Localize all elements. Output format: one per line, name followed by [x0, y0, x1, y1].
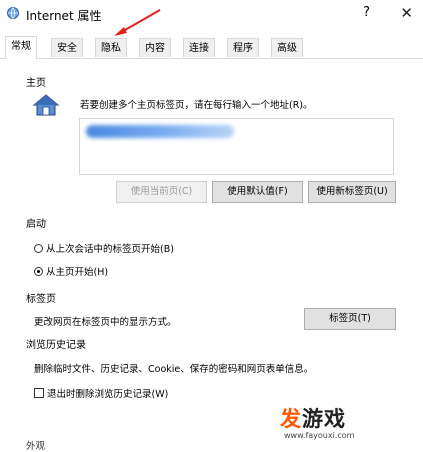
tab-security[interactable]: 安全	[51, 38, 83, 57]
appearance-section-label-partial: 外观	[26, 441, 46, 452]
tabs-button[interactable]: 标签页(T)	[304, 308, 396, 330]
tab-label: 隐私	[101, 43, 121, 54]
blurred-url	[86, 125, 234, 138]
radio-button[interactable]	[34, 243, 43, 253]
radio-label: 从主页开始(H)	[46, 267, 109, 278]
startup-option-home-page[interactable]: 从主页开始(H)	[34, 264, 108, 278]
tab-label: 内容	[145, 43, 165, 54]
history-description: 删除临时文件、历史记录、Cookie、保存的密码和网页表单信息。	[34, 364, 314, 375]
startup-section-label: 启动	[26, 219, 46, 230]
tab-programs[interactable]: 程序	[227, 38, 259, 57]
tab-advanced[interactable]: 高级	[271, 38, 303, 57]
checkbox-label: 退出时删除浏览历史记录(W)	[47, 389, 169, 400]
tab-label: 安全	[57, 43, 77, 54]
startup-option-last-session[interactable]: 从上次会话中的标签页开始(B)	[34, 241, 174, 255]
home-section-label: 主页	[26, 78, 46, 89]
use-current-button[interactable]: 使用当前页(C)	[116, 181, 207, 203]
tab-label: 程序	[233, 43, 253, 54]
use-default-button[interactable]: 使用默认值(F)	[212, 181, 303, 203]
title-bar: Internet 属性 ? ✕	[0, 0, 423, 28]
watermark-logo: 发游戏	[280, 403, 346, 433]
radio-button-selected[interactable]	[34, 266, 43, 276]
tab-label: 常规	[11, 41, 31, 52]
tab-label: 高级	[277, 43, 297, 54]
checkbox[interactable]	[34, 388, 44, 398]
use-new-tab-button[interactable]: 使用新标签页(U)	[308, 181, 396, 203]
home-description: 若要创建多个主页标签页，请在每行输入一个地址(R)。	[80, 100, 313, 111]
home-page-url-input[interactable]	[79, 118, 394, 175]
red-arrow-annotation	[114, 9, 161, 36]
close-button[interactable]: ✕	[400, 4, 413, 22]
internet-options-icon	[7, 7, 19, 19]
tab-label: 连接	[189, 43, 209, 54]
window-title: Internet 属性	[26, 9, 102, 23]
radio-label: 从上次会话中的标签页开始(B)	[46, 244, 174, 255]
tab-privacy[interactable]: 隐私	[95, 38, 127, 57]
tab-connections[interactable]: 连接	[183, 38, 215, 57]
tab-content[interactable]: 内容	[139, 38, 171, 57]
history-section-label: 浏览历史记录	[26, 340, 86, 351]
watermark-url: www.fayouxi.com	[284, 431, 355, 440]
tabs-description: 更改网页在标签页中的显示方式。	[34, 317, 177, 328]
tab-general[interactable]: 常规	[5, 36, 37, 59]
tabs-section-label: 标签页	[26, 294, 56, 305]
tab-strip: 常规 安全 隐私 内容 连接 程序 高级	[0, 36, 423, 59]
delete-history-on-exit[interactable]: 退出时删除浏览历史记录(W)	[34, 386, 168, 400]
help-button[interactable]: ?	[363, 5, 370, 20]
home-page-icon	[32, 94, 60, 116]
watermark-brand-first: 发	[280, 407, 302, 431]
watermark-brand-rest: 游戏	[302, 407, 346, 431]
